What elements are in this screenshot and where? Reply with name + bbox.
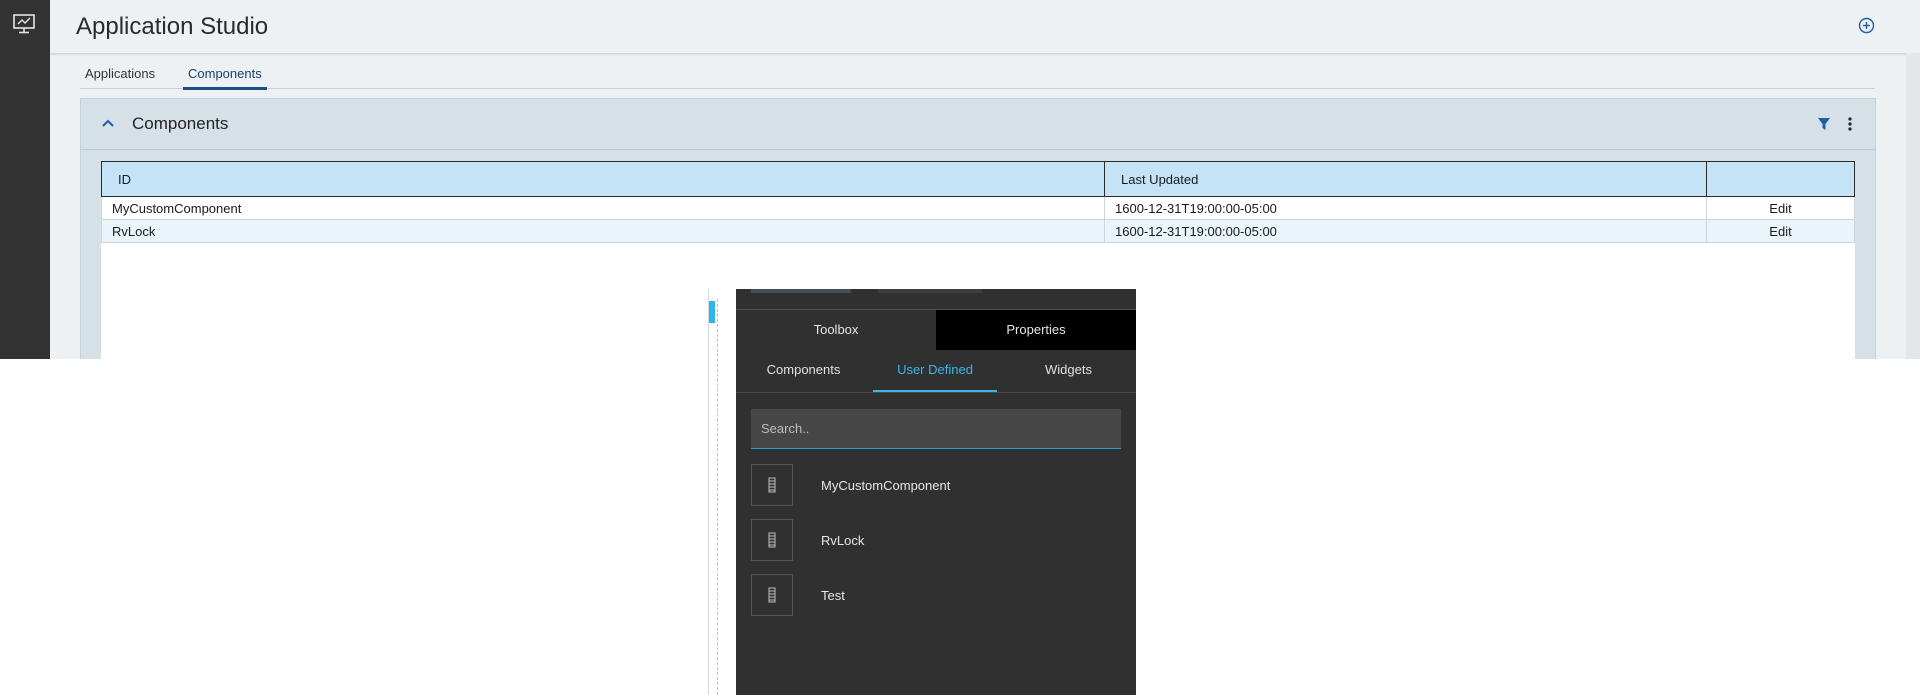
table-row[interactable]: MyCustomComponent 1600-12-31T19:00:00-05… — [101, 196, 1855, 220]
edit-link[interactable]: Edit — [1706, 196, 1855, 220]
panel-header: Components — [81, 99, 1875, 150]
toolbox-subtab-row: Components User Defined Widgets — [736, 350, 1136, 393]
toolbox-tab-row: Toolbox Properties — [736, 310, 1136, 350]
column-header-id[interactable]: ID — [101, 161, 1105, 197]
toolbox-top-bar — [736, 289, 1136, 310]
left-rail — [0, 0, 50, 359]
top-bar-button[interactable] — [878, 289, 982, 293]
list-item[interactable]: MyCustomComponent — [751, 464, 1121, 510]
tab-properties[interactable]: Properties — [936, 310, 1136, 350]
component-icon — [751, 464, 793, 506]
cell-last-updated: 1600-12-31T19:00:00-05:00 — [1104, 219, 1707, 243]
list-item[interactable]: Test — [751, 574, 1121, 620]
component-icon — [751, 574, 793, 616]
top-bar-button[interactable] — [751, 289, 851, 293]
list-item[interactable]: RvLock — [751, 519, 1121, 565]
search-input[interactable] — [751, 409, 1121, 449]
editor-canvas-strip — [708, 289, 737, 695]
table-row[interactable]: RvLock 1600-12-31T19:00:00-05:00 Edit — [101, 219, 1855, 243]
tab-components[interactable]: Components — [183, 66, 267, 90]
list-item-label: MyCustomComponent — [821, 478, 951, 493]
plus-circle-icon[interactable] — [1858, 17, 1875, 34]
panel-title: Components — [132, 114, 229, 133]
subtab-user-defined[interactable]: User Defined — [873, 350, 997, 392]
filter-icon[interactable] — [1817, 117, 1831, 131]
edit-link[interactable]: Edit — [1706, 219, 1855, 243]
tab-toolbox[interactable]: Toolbox — [736, 310, 936, 350]
subtab-components[interactable]: Components — [736, 350, 871, 390]
cell-id: RvLock — [101, 219, 1105, 243]
column-header-last-updated[interactable]: Last Updated — [1104, 161, 1707, 197]
toolbox-panel: Toolbox Properties Components User Defin… — [736, 289, 1136, 695]
canvas-guide-line — [717, 299, 718, 695]
monitor-icon[interactable] — [13, 14, 35, 34]
cell-last-updated: 1600-12-31T19:00:00-05:00 — [1104, 196, 1707, 220]
list-item-label: RvLock — [821, 533, 865, 548]
list-item-label: Test — [821, 588, 845, 603]
subtab-widgets[interactable]: Widgets — [1001, 350, 1136, 390]
chevron-up-icon[interactable] — [101, 118, 115, 128]
kebab-icon[interactable] — [1847, 116, 1853, 132]
cell-id: MyCustomComponent — [101, 196, 1105, 220]
app-header: Application Studio — [50, 0, 1920, 53]
column-header-actions — [1706, 161, 1855, 197]
tab-bar: Applications Components — [80, 62, 1875, 90]
tab-applications[interactable]: Applications — [80, 66, 160, 87]
page-scrollbar[interactable] — [1906, 53, 1920, 359]
component-icon — [751, 519, 793, 561]
selection-marker[interactable] — [709, 301, 715, 323]
page-title: Application Studio — [76, 13, 269, 40]
